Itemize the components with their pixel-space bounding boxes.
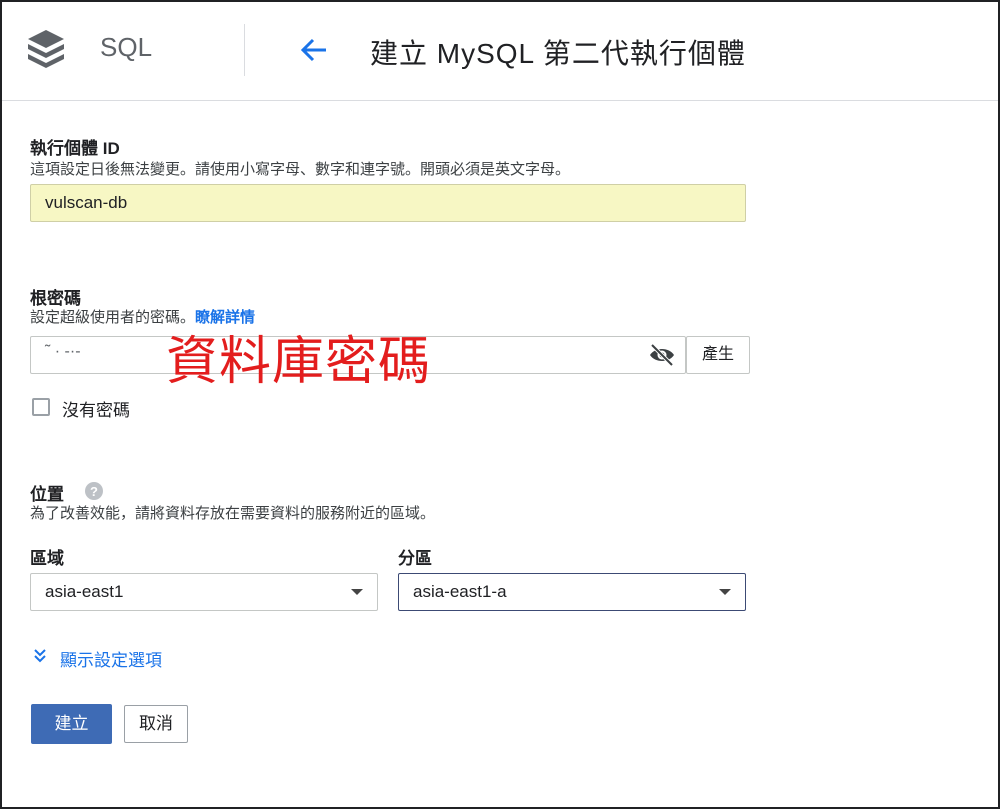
- show-config-options-label: 顯示設定選項: [60, 651, 162, 670]
- region-value: asia-east1: [45, 582, 124, 601]
- instance-id-input[interactable]: vulscan-db: [30, 184, 746, 222]
- zone-value: asia-east1-a: [413, 582, 507, 601]
- dropdown-caret-icon: [351, 589, 363, 595]
- zone-select[interactable]: asia-east1-a: [398, 573, 746, 611]
- no-password-label: 沒有密碼: [62, 401, 130, 420]
- header-divider: [244, 24, 245, 76]
- top-header: SQL 建立 MySQL 第二代執行個體: [2, 2, 998, 101]
- password-annotation: 資料庫密碼: [166, 332, 432, 392]
- region-label: 區域: [30, 549, 64, 568]
- instance-id-label: 執行個體 ID: [30, 139, 120, 158]
- svg-text:?: ?: [90, 484, 98, 499]
- zone-label: 分區: [398, 549, 432, 568]
- root-password-hint-text: 設定超級使用者的密碼。: [30, 309, 196, 326]
- create-button[interactable]: 建立: [31, 704, 112, 744]
- root-password-hint: 設定超級使用者的密碼。瞭解詳情: [30, 306, 255, 327]
- help-circle-icon[interactable]: ?: [84, 481, 104, 501]
- dropdown-caret-icon: [719, 589, 731, 595]
- page-title: 建立 MySQL 第二代執行個體: [370, 38, 746, 69]
- eye-off-icon[interactable]: [648, 342, 676, 368]
- show-config-options-link[interactable]: 顯示設定選項: [32, 646, 162, 671]
- no-password-checkbox[interactable]: [32, 398, 50, 416]
- cancel-button[interactable]: 取消: [124, 705, 188, 743]
- generate-password-button[interactable]: 產生: [686, 336, 750, 374]
- location-hint: 為了改善效能，請將資料存放在需要資料的服務附近的區域。: [30, 505, 436, 522]
- region-select[interactable]: asia-east1: [30, 573, 378, 611]
- product-name: SQL: [100, 32, 153, 62]
- chevron-double-down-icon: [34, 649, 46, 663]
- window-frame: [0, 0, 1000, 809]
- sql-stack-logo-icon: [28, 30, 64, 68]
- learn-more-link[interactable]: 瞭解詳情: [195, 309, 255, 326]
- instance-id-hint: 這項設定日後無法變更。請使用小寫字母、數字和連字號。開頭必須是英文字母。: [30, 161, 571, 178]
- arrow-left-icon[interactable]: [298, 34, 330, 66]
